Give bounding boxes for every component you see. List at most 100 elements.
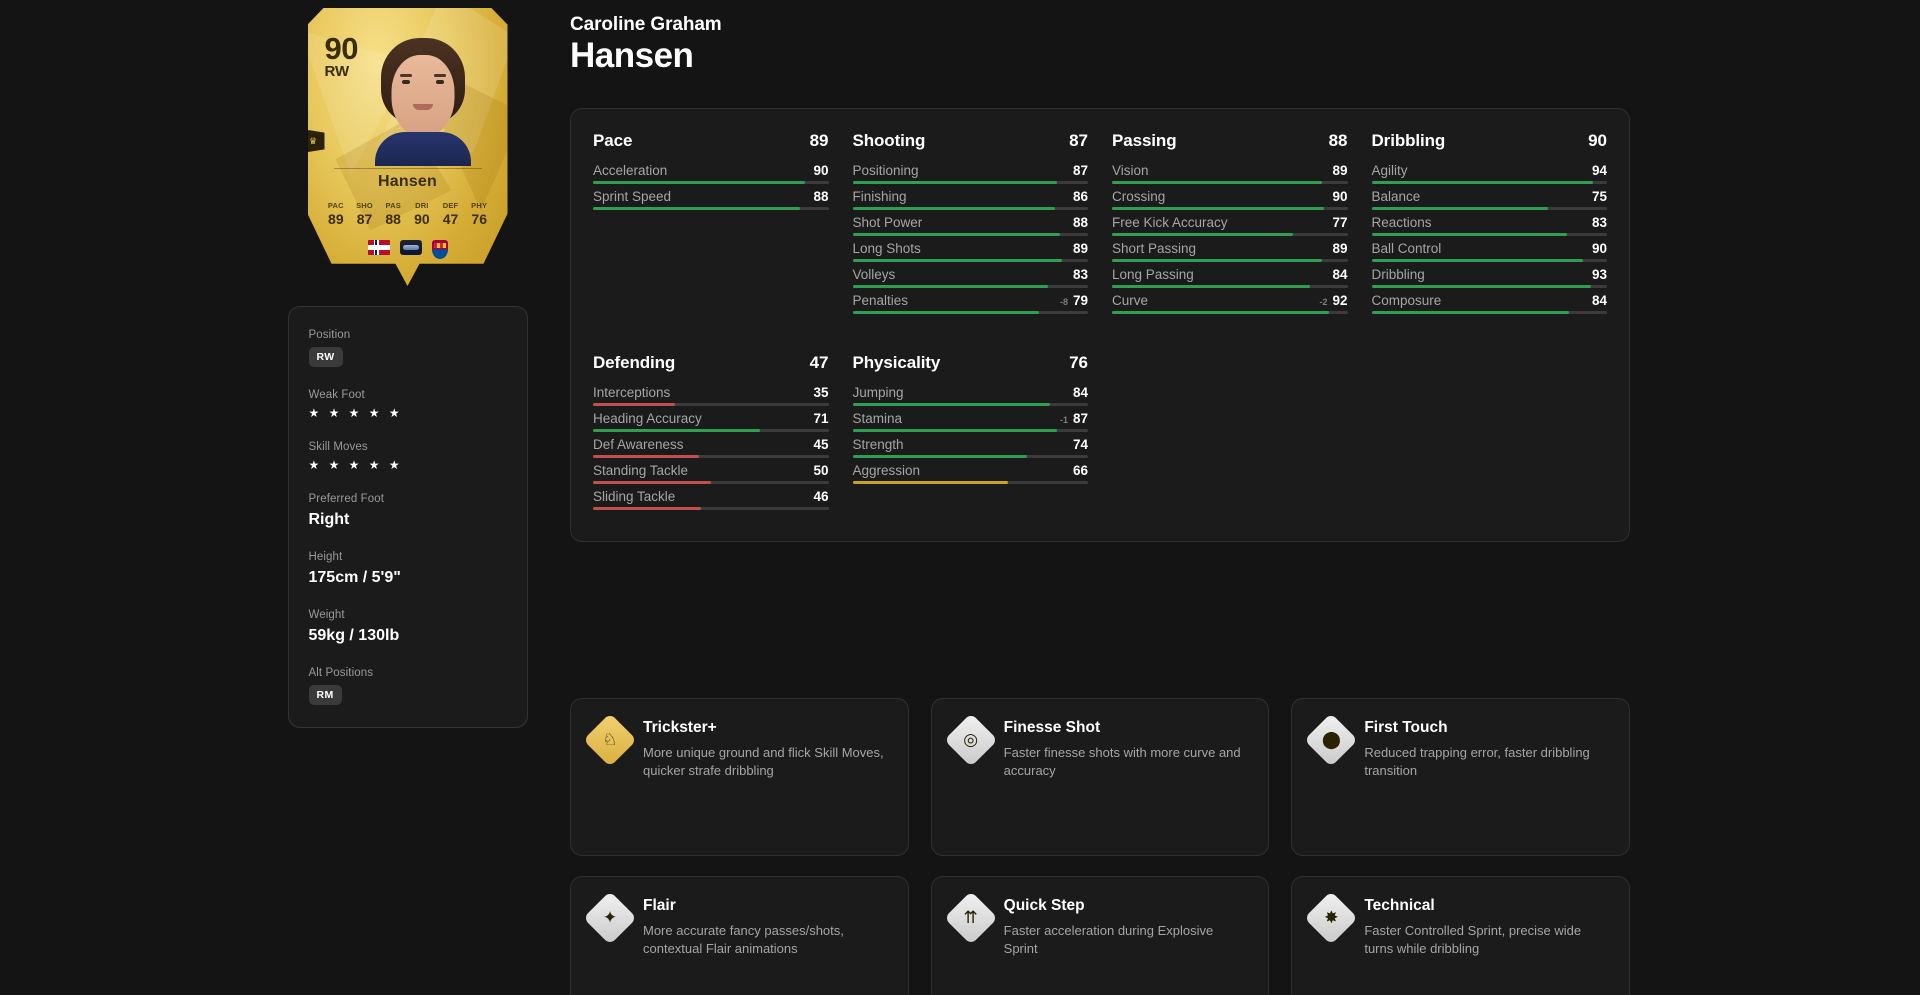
attribute-row-top: Crossing 90 <box>1112 189 1348 207</box>
card-attribute-row: PAC 89 SHO 87 PAS 88 DRI 90 DEF 47 PHY 7… <box>322 201 494 227</box>
card-stat: PAS 88 <box>379 201 408 227</box>
fut-player-card[interactable]: 90 RW ♛ Hansen PAC 89 SHO 87 PAS 88 DRI … <box>307 8 508 288</box>
playstyle-title: Quick Step <box>1003 897 1085 914</box>
attribute-value: 35 <box>813 385 829 400</box>
attribute-group-header: Pace 89 <box>593 131 829 151</box>
attribute-bar <box>852 455 1088 458</box>
attribute-row-top: Reactions 83 <box>1372 215 1608 233</box>
attribute-row-top: Shot Power 88 <box>853 215 1089 233</box>
card-stat-label: PAS <box>385 201 401 210</box>
playstyle-card[interactable]: ◎ Finesse Shot Faster finesse shots with m… <box>930 698 1270 856</box>
attribute-row-top: Ball Control 90 <box>1372 241 1608 259</box>
attribute-name: Balance <box>1371 189 1421 204</box>
attribute-bar-fill <box>593 207 801 210</box>
attribute-name: Ball Control <box>1371 241 1442 256</box>
alt-position-chip[interactable]: RM <box>308 685 342 705</box>
attribute-row: Stamina -1 87 <box>852 411 1089 432</box>
attribute-value: 93 <box>1591 267 1607 282</box>
quick-step-icon: ⇈ <box>943 891 998 945</box>
attribute-group-value: 90 <box>1588 131 1607 150</box>
flair-icon: ✦ <box>583 891 637 945</box>
attribute-bar-fill <box>852 429 1058 432</box>
playstyle-title: First Touch <box>1364 719 1448 736</box>
attribute-row-top: Penalties -8 79 <box>853 293 1089 311</box>
attribute-row: Strength 74 <box>852 437 1088 458</box>
attribute-row-top: Sliding Tackle 46 <box>593 489 829 507</box>
attribute-value: 88 <box>813 189 829 204</box>
attribute-row-top: Def Awareness 45 <box>593 437 829 455</box>
portrait-kit <box>374 132 471 166</box>
playstyle-glyph: ✦ <box>602 908 618 927</box>
attribute-name: Sliding Tackle <box>593 489 676 504</box>
playstyle-description: More unique ground and flick Skill Moves… <box>643 745 884 779</box>
attribute-bar <box>593 181 829 184</box>
attribute-row-top: Standing Tackle 50 <box>593 463 829 481</box>
info-label: Preferred Foot <box>308 493 385 505</box>
attribute-value: 90 <box>1591 241 1607 256</box>
attribute-name: Composure <box>1371 293 1442 308</box>
playstyle-description: More accurate fancy passes/shots, contex… <box>643 923 844 957</box>
player-last-name: Hansen <box>570 36 694 75</box>
playstyle-description: Faster Controlled Sprint, precise wide t… <box>1364 923 1582 957</box>
attribute-value: 74 <box>1072 437 1088 452</box>
attribute-value: 75 <box>1591 189 1607 204</box>
attribute-bar-fill <box>852 403 1051 406</box>
playstyle-title: Finesse Shot <box>1003 719 1101 736</box>
skill-moves-stars: ★ ★ ★ ★ ★ <box>308 458 403 472</box>
attribute-row: Dribbling 93 <box>1371 267 1608 288</box>
card-stat-value: 89 <box>328 211 344 227</box>
attribute-bar <box>593 403 829 406</box>
attribute-group-defending: Defending 47 Interceptions 35 Heading Accura… <box>593 353 829 515</box>
card-stat: DEF 47 <box>436 201 465 227</box>
attribute-group-value: 47 <box>809 353 829 372</box>
attribute-bar-fill <box>593 403 676 406</box>
attribute-row: Curve -2 92 <box>1112 293 1348 314</box>
attribute-bar <box>1371 181 1607 184</box>
attribute-bar <box>852 481 1088 484</box>
playstyle-card[interactable]: ⬤ First Touch Reduced trapping error, fast… <box>1291 698 1630 856</box>
playstyle-card[interactable]: ⇈ Quick Step Faster acceleration during Ex… <box>930 876 1270 995</box>
attribute-grid-primary: Pace 89 Acceleration 90 Sprint Speed 88 Shooti… <box>593 131 1607 319</box>
player-info-panel: Position RW Weak Foot ★ ★ ★ ★ ★ Skill Mo… <box>287 306 528 728</box>
attribute-bar <box>852 403 1088 406</box>
attribute-name: Positioning <box>852 163 919 178</box>
attribute-value: 46 <box>813 489 829 504</box>
attribute-row-top: Stamina -1 87 <box>853 411 1089 429</box>
info-row-weight: Weight 59kg / 130lb <box>309 609 507 645</box>
attribute-bar <box>593 481 829 484</box>
attribute-row: Long Passing 84 <box>1112 267 1348 288</box>
playstyle-card[interactable]: ✦ Flair More accurate fancy passes/shots, … <box>570 876 909 995</box>
playstyle-body: Technical Faster Controlled Sprint, preci… <box>1364 897 1609 959</box>
card-stat-label: PHY <box>471 201 488 210</box>
card-stat-value: 76 <box>471 211 487 227</box>
attribute-value: 94 <box>1591 163 1607 178</box>
info-label: Alt Positions <box>308 667 374 679</box>
attribute-row: Short Passing 89 <box>1112 241 1348 262</box>
playstyle-card[interactable]: ♘ Trickster+ More unique ground and flick … <box>570 698 909 856</box>
attribute-bar <box>593 207 829 210</box>
attribute-name: Curve <box>1112 293 1149 308</box>
playstyle-glyph: ◎ <box>963 730 979 749</box>
attribute-name: Standing Tackle <box>593 463 689 478</box>
attribute-name: Vision <box>1112 163 1149 178</box>
attribute-bar <box>1112 207 1348 210</box>
attribute-name: Def Awareness <box>593 437 684 452</box>
card-overall-rating: 90 <box>324 31 359 66</box>
playstyle-glyph: ⇈ <box>963 908 978 927</box>
attribute-value: 84 <box>1591 293 1607 308</box>
attribute-row-top: Vision 89 <box>1112 163 1348 181</box>
playstyle-description: Faster finesse shots with more curve and… <box>1003 745 1241 779</box>
attribute-row: Balance 75 <box>1371 189 1607 210</box>
attribute-bar-fill <box>1371 259 1584 262</box>
playstyle-body: Flair More accurate fancy passes/shots, c… <box>643 897 888 959</box>
playstyle-card[interactable]: ✸ Technical Faster Controlled Sprint, prec… <box>1291 876 1630 995</box>
attribute-value: 79 <box>1072 293 1088 308</box>
portrait-brow <box>433 74 446 77</box>
position-chip[interactable]: RW <box>308 347 343 367</box>
attribute-bar-fill <box>852 311 1039 314</box>
attribute-bar <box>1112 233 1348 236</box>
player-profile-page: 90 RW ♛ Hansen PAC 89 SHO 87 PAS 88 DRI … <box>0 0 1920 995</box>
attribute-row-top: Dribbling 93 <box>1372 267 1608 285</box>
attribute-name: Interceptions <box>593 385 671 400</box>
attribute-value: 89 <box>1072 241 1088 256</box>
